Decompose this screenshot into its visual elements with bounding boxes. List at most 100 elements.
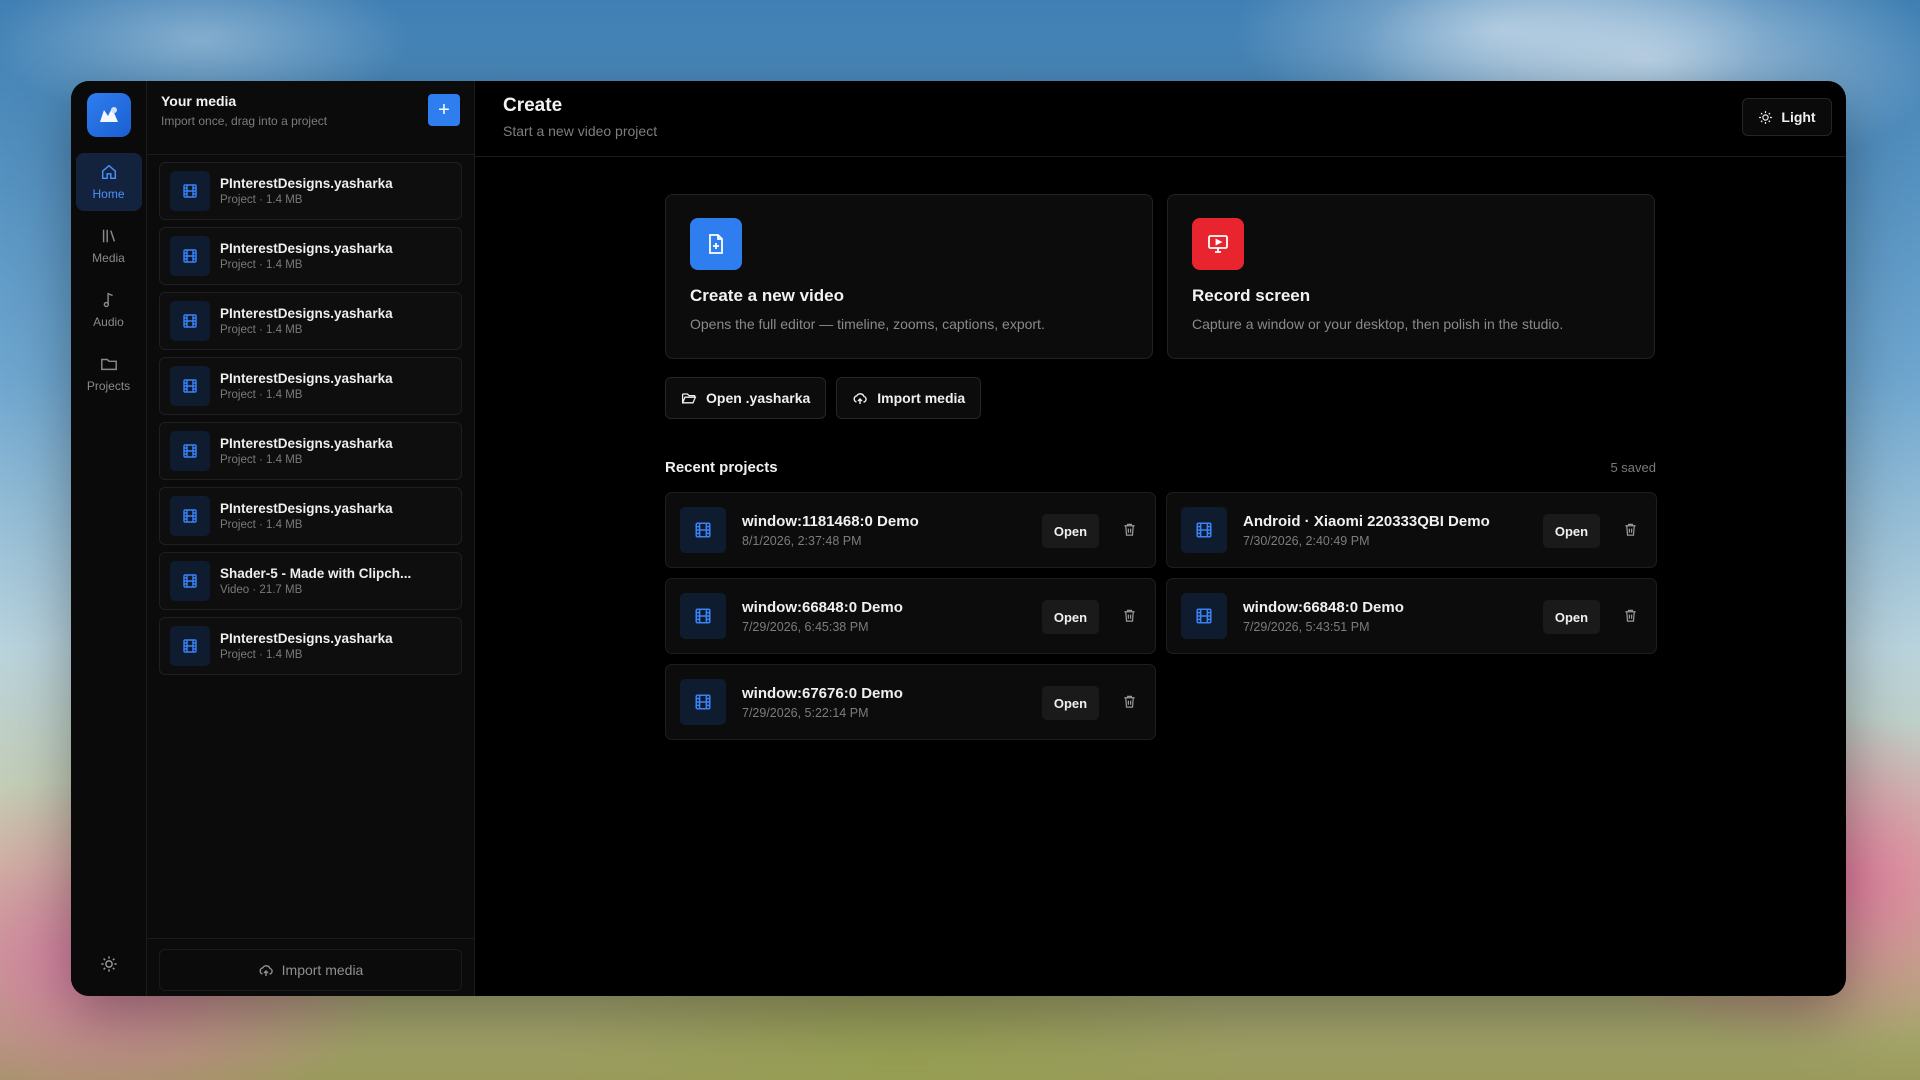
create-cards: Create a new video Opens the full editor…	[665, 194, 1656, 359]
project-card[interactable]: window:66848:0 Demo 7/29/2026, 6:45:38 PM…	[665, 578, 1156, 654]
recent-projects-header: Recent projects 5 saved	[665, 459, 1656, 476]
delete-project-button[interactable]	[1623, 608, 1638, 628]
media-item[interactable]: PInterestDesigns.yasharka Project · 1.4 M…	[159, 292, 462, 350]
trash-icon	[1124, 609, 1135, 622]
delete-project-button[interactable]	[1122, 608, 1137, 628]
new-file-icon	[690, 218, 742, 270]
recent-projects-title: Recent projects	[665, 459, 778, 476]
open-yasharka-label: Open .yasharka	[706, 390, 811, 406]
media-footer: Import media	[147, 938, 474, 996]
trash-icon	[1124, 523, 1135, 536]
open-project-button[interactable]: Open	[1042, 514, 1099, 548]
sun-icon	[100, 956, 117, 972]
nav-rail: Home Media Audio Projects	[71, 81, 147, 996]
media-item[interactable]: PInterestDesigns.yasharka Project · 1.4 M…	[159, 422, 462, 480]
media-item-name: PInterestDesigns.yasharka	[220, 631, 393, 646]
film-icon	[170, 496, 210, 536]
film-icon	[170, 301, 210, 341]
project-card[interactable]: window:67676:0 Demo 7/29/2026, 5:22:14 PM…	[665, 664, 1156, 740]
media-item-meta: Video · 21.7 MB	[220, 584, 303, 596]
media-list: PInterestDesigns.yasharka Project · 1.4 M…	[147, 155, 474, 938]
media-header: Your media Import once, drag into a proj…	[147, 81, 474, 155]
settings-button[interactable]	[100, 955, 118, 978]
film-icon	[170, 236, 210, 276]
rail-item-home[interactable]: Home	[75, 153, 142, 211]
theme-toggle-label: Light	[1781, 109, 1816, 125]
film-icon	[170, 626, 210, 666]
page-subtitle: Start a new video project	[503, 123, 658, 139]
library-icon	[102, 229, 115, 243]
project-date: 8/1/2026, 2:37:48 PM	[742, 533, 862, 548]
film-icon	[680, 679, 726, 725]
media-item-meta: Project · 1.4 MB	[220, 454, 303, 466]
rail-item-audio[interactable]: Audio	[76, 281, 142, 339]
open-project-button[interactable]: Open	[1042, 600, 1099, 634]
recent-projects-count: 5 saved	[1610, 460, 1656, 475]
create-video-card[interactable]: Create a new video Opens the full editor…	[665, 194, 1153, 359]
create-video-title: Create a new video	[690, 286, 845, 305]
folder-open-icon	[681, 393, 697, 404]
rail-item-label: Projects	[86, 379, 131, 393]
film-icon	[170, 561, 210, 601]
music-note-icon	[103, 292, 113, 308]
media-title: Your media	[161, 93, 237, 109]
rail-item-label: Audio	[93, 315, 124, 329]
media-item[interactable]: PInterestDesigns.yasharka Project · 1.4 M…	[159, 227, 462, 285]
film-icon	[170, 366, 210, 406]
film-icon	[680, 593, 726, 639]
media-item[interactable]: Shader-5 - Made with Clipch... Video · 21…	[159, 552, 462, 610]
app-window: Home Media Audio Projects Your media Imp…	[71, 81, 1846, 996]
project-date: 7/29/2026, 5:22:14 PM	[742, 705, 869, 720]
delete-project-button[interactable]	[1122, 694, 1137, 714]
rail-item-media[interactable]: Media	[76, 217, 142, 275]
media-item-name: PInterestDesigns.yasharka	[220, 436, 393, 451]
project-name: window:66848:0 Demo	[1243, 598, 1404, 616]
project-card[interactable]: window:1181468:0 Demo 8/1/2026, 2:37:48 P…	[665, 492, 1156, 568]
home-icon	[101, 164, 116, 180]
media-panel: Your media Import once, drag into a proj…	[147, 81, 475, 996]
film-icon	[170, 171, 210, 211]
create-content: Create a new video Opens the full editor…	[665, 194, 1657, 740]
open-project-button[interactable]: Open	[1543, 514, 1600, 548]
media-subtitle: Import once, drag into a project	[161, 114, 328, 128]
film-icon	[1181, 593, 1227, 639]
quick-actions: Open .yasharka Import media	[665, 377, 1656, 419]
record-screen-card[interactable]: Record screen Capture a window or your d…	[1167, 194, 1655, 359]
page-title: Create	[503, 95, 563, 116]
media-item-meta: Project · 1.4 MB	[220, 389, 303, 401]
film-icon	[170, 431, 210, 471]
media-item[interactable]: PInterestDesigns.yasharka Project · 1.4 M…	[159, 617, 462, 675]
theme-toggle-button[interactable]: Light	[1742, 98, 1832, 136]
media-item-name: PInterestDesigns.yasharka	[220, 176, 393, 191]
film-icon	[680, 507, 726, 553]
rail-item-label: Media	[92, 251, 125, 265]
project-card[interactable]: Android · Xiaomi 220333QBI Demo 7/30/2026…	[1166, 492, 1657, 568]
media-item-name: Shader-5 - Made with Clipch...	[220, 566, 412, 581]
open-project-button[interactable]: Open	[1042, 686, 1099, 720]
create-video-desc: Opens the full editor — timeline, zooms,…	[690, 316, 1045, 332]
media-item-meta: Project · 1.4 MB	[220, 259, 303, 271]
media-item[interactable]: PInterestDesigns.yasharka Project · 1.4 M…	[159, 357, 462, 415]
rail-item-label: Home	[92, 187, 125, 201]
project-date: 7/29/2026, 5:43:51 PM	[1243, 619, 1370, 634]
import-media-action-button[interactable]: Import media	[836, 377, 982, 419]
media-item-name: PInterestDesigns.yasharka	[220, 306, 393, 321]
media-item-meta: Project · 1.4 MB	[220, 194, 303, 206]
add-media-button[interactable]: +	[428, 94, 460, 126]
media-item[interactable]: PInterestDesigns.yasharka Project · 1.4 M…	[159, 162, 462, 220]
trash-icon	[1625, 523, 1636, 536]
open-yasharka-button[interactable]: Open .yasharka	[665, 377, 827, 419]
media-item-meta: Project · 1.4 MB	[220, 649, 303, 661]
media-item-name: PInterestDesigns.yasharka	[220, 241, 393, 256]
media-item[interactable]: PInterestDesigns.yasharka Project · 1.4 M…	[159, 487, 462, 545]
delete-project-button[interactable]	[1122, 522, 1137, 542]
project-card[interactable]: window:66848:0 Demo 7/29/2026, 5:43:51 PM…	[1166, 578, 1657, 654]
app-logo[interactable]	[86, 93, 131, 137]
rail-item-projects[interactable]: Projects	[76, 345, 142, 403]
cloud-upload-icon	[853, 393, 868, 404]
import-media-button[interactable]: Import media	[159, 949, 462, 991]
delete-project-button[interactable]	[1623, 522, 1638, 542]
app-logo-icon	[99, 107, 118, 122]
record-screen-title: Record screen	[1192, 286, 1311, 305]
open-project-button[interactable]: Open	[1543, 600, 1600, 634]
